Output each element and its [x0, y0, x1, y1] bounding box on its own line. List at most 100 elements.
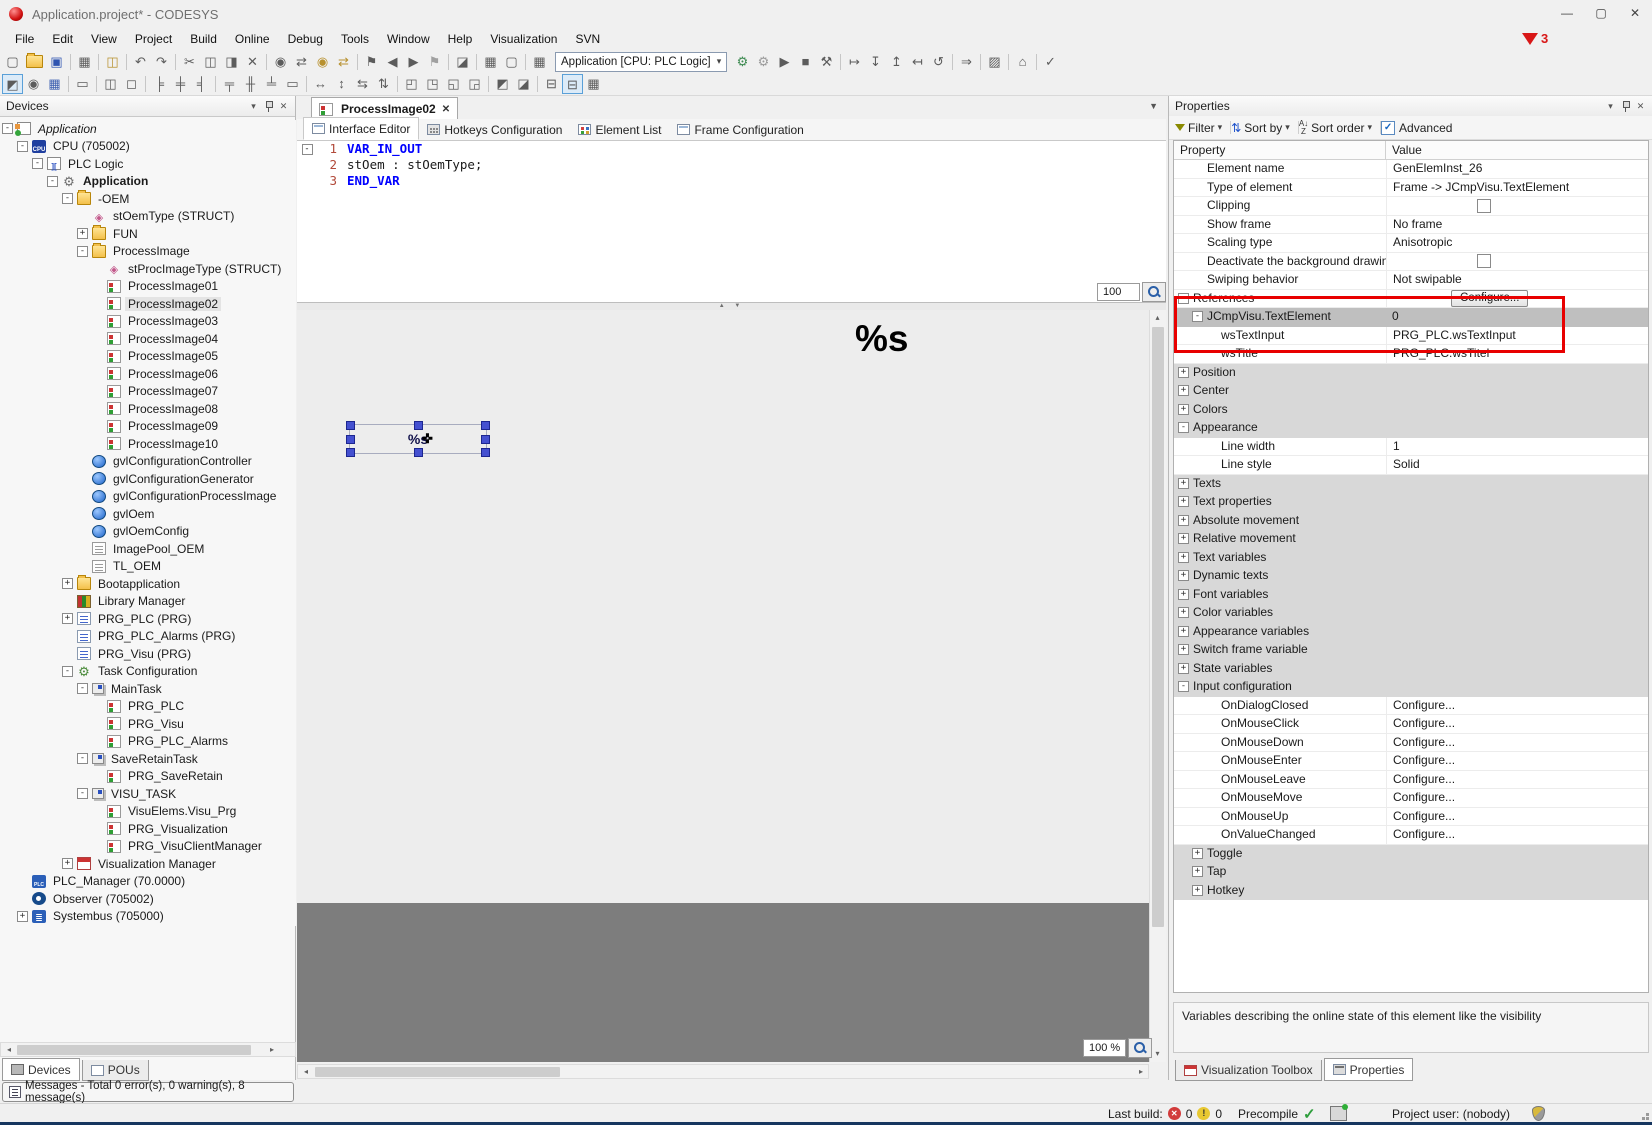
menu-online[interactable]: Online — [226, 28, 279, 50]
property-row-center[interactable]: +Center — [1174, 382, 1648, 401]
tree-item-application[interactable]: -Application — [0, 120, 296, 138]
property-row-position[interactable]: +Position — [1174, 364, 1648, 383]
grid-options-icon[interactable]: ▦ — [583, 74, 604, 94]
menu-edit[interactable]: Edit — [43, 28, 82, 50]
new-file-icon[interactable]: ▢ — [2, 52, 23, 72]
expand-expander-icon[interactable]: + — [1178, 589, 1189, 600]
property-row-relative-movement[interactable]: +Relative movement — [1174, 530, 1648, 549]
property-row-colors[interactable]: +Colors — [1174, 401, 1648, 420]
advanced-toggle[interactable]: ✓ Advanced — [1381, 121, 1452, 135]
step-into-icon[interactable]: ↧ — [865, 52, 886, 72]
tree-item-stprocimagetype-struct[interactable]: stProcImageType (STRUCT) — [0, 260, 296, 278]
tree-item-plc-logic[interactable]: -PLC Logic — [0, 155, 296, 173]
start-icon[interactable]: ▶ — [774, 52, 795, 72]
align-center-icon[interactable]: ╪ — [170, 74, 191, 94]
collapse-expander-icon[interactable]: - — [1192, 311, 1203, 322]
scrollbar-thumb[interactable] — [315, 1067, 560, 1077]
collapse-expander-icon[interactable]: - — [77, 753, 88, 764]
advanced-checkbox[interactable]: ✓ — [1381, 121, 1395, 135]
selected-text-element[interactable]: %s ✜ — [349, 424, 487, 454]
expand-expander-icon[interactable]: + — [77, 228, 88, 239]
collapse-expander-icon[interactable]: - — [2, 123, 13, 134]
collapse-box-icon[interactable]: - — [302, 144, 313, 155]
tree-item-processimage09[interactable]: ProcessImage09 — [0, 418, 296, 436]
property-row-texts[interactable]: +Texts — [1174, 475, 1648, 494]
expand-expander-icon[interactable]: + — [17, 911, 28, 922]
bring-to-front-icon[interactable]: ◰ — [401, 74, 422, 94]
tab-properties[interactable]: Properties — [1324, 1058, 1414, 1081]
checkbox[interactable] — [1477, 199, 1491, 213]
property-row-wstitle[interactable]: wsTitlePRG_PLC.wsTitel — [1174, 345, 1648, 364]
tree-item-plc-manager-70-0000[interactable]: PLC_Manager (70.0000) — [0, 873, 296, 891]
redo-icon[interactable]: ↷ — [151, 52, 172, 72]
tree-item-processimage05[interactable]: ProcessImage05 — [0, 348, 296, 366]
expand-expander-icon[interactable]: + — [62, 858, 73, 869]
panel-close-icon[interactable]: ✕ — [276, 101, 291, 112]
property-row-references[interactable]: -ReferencesConfigure... — [1174, 290, 1648, 309]
tree-item-processimage02[interactable]: ProcessImage02 — [0, 295, 296, 313]
magnifier-icon[interactable] — [1142, 282, 1166, 302]
space-vertical-icon[interactable]: ⇅ — [373, 74, 394, 94]
menu-project[interactable]: Project — [126, 28, 181, 50]
tree-item-visuelems-visu-prg[interactable]: VisuElems.Visu_Prg — [0, 803, 296, 821]
fold-marker[interactable]: - — [301, 141, 313, 157]
tree-item-maintask[interactable]: -MainTask — [0, 680, 296, 698]
scroll-up-icon[interactable]: ▴ — [1150, 312, 1165, 323]
tab-frame-configuration[interactable]: Frame Configuration — [669, 119, 811, 140]
tree-item-prg-plc[interactable]: PRG_PLC — [0, 698, 296, 716]
toggle-bookmark-icon[interactable]: ⚑ — [361, 52, 382, 72]
property-row-hotkey[interactable]: +Hotkey — [1174, 882, 1648, 901]
undo-icon[interactable]: ↶ — [130, 52, 151, 72]
menu-visualization[interactable]: Visualization — [481, 28, 566, 50]
zoom-tool-icon[interactable]: ◉ — [23, 74, 44, 94]
input-assistant-icon[interactable]: ▦ — [529, 52, 550, 72]
print-icon[interactable]: ▦ — [74, 52, 95, 72]
magnifier-icon[interactable] — [1128, 1038, 1152, 1058]
tree-item-gvloemconfig[interactable]: gvlOemConfig — [0, 523, 296, 541]
replace-in-project-icon[interactable]: ⇄ — [333, 52, 354, 72]
align-left-icon[interactable]: ╞ — [149, 74, 170, 94]
match-size-icon[interactable]: ▭ — [282, 74, 303, 94]
tree-item-library-manager[interactable]: Library Manager — [0, 593, 296, 611]
expand-expander-icon[interactable]: + — [1178, 515, 1189, 526]
element-list-icon[interactable]: ▦ — [44, 74, 65, 94]
property-row-absolute-movement[interactable]: +Absolute movement — [1174, 512, 1648, 531]
tree-item-processimage08[interactable]: ProcessImage08 — [0, 400, 296, 418]
tab-element-list[interactable]: Element List — [570, 119, 669, 140]
property-row-tap[interactable]: +Tap — [1174, 863, 1648, 882]
expand-expander-icon[interactable]: + — [1178, 626, 1189, 637]
ungroup-icon[interactable]: ◻ — [121, 74, 142, 94]
send-to-back-icon[interactable]: ◲ — [464, 74, 485, 94]
scroll-right-icon[interactable]: ▸ — [265, 1044, 279, 1055]
messages-bar[interactable]: Messages - Total 0 error(s), 0 warning(s… — [2, 1082, 294, 1102]
tree-item-fun[interactable]: +FUN — [0, 225, 296, 243]
collapse-expander-icon[interactable]: - — [1178, 681, 1189, 692]
maximize-button[interactable]: ▢ — [1584, 0, 1618, 26]
property-row-deactivate-the-background-drawing[interactable]: Deactivate the background drawing — [1174, 253, 1648, 272]
property-row-clipping[interactable]: Clipping — [1174, 197, 1648, 216]
find-in-project-icon[interactable]: ◉ — [312, 52, 333, 72]
tree-item-processimage04[interactable]: ProcessImage04 — [0, 330, 296, 348]
canvas-horizontal-scrollbar[interactable]: ◂ ▸ — [297, 1064, 1149, 1079]
expand-expander-icon[interactable]: + — [1178, 552, 1189, 563]
menu-file[interactable]: File — [6, 28, 43, 50]
selection-handle[interactable] — [481, 421, 490, 430]
expand-expander-icon[interactable]: + — [1178, 404, 1189, 415]
menu-tools[interactable]: Tools — [332, 28, 378, 50]
property-row-swiping-behavior[interactable]: Swiping behaviorNot swipable — [1174, 271, 1648, 290]
expand-expander-icon[interactable]: + — [62, 578, 73, 589]
scrollbar-thumb[interactable] — [17, 1045, 251, 1055]
new-object-icon[interactable]: ▢ — [501, 52, 522, 72]
gateway-status[interactable] — [1330, 1104, 1347, 1123]
tree-item-prg-plc-prg[interactable]: +PRG_PLC (PRG) — [0, 610, 296, 628]
align-right-icon[interactable]: ╡ — [191, 74, 212, 94]
property-row-line-width[interactable]: Line width1 — [1174, 438, 1648, 457]
tab-pous[interactable]: POUs — [82, 1060, 149, 1081]
paste-special-icon[interactable]: ◪ — [452, 52, 473, 72]
property-row-color-variables[interactable]: +Color variables — [1174, 604, 1648, 623]
panel-close-icon[interactable]: ✕ — [1633, 101, 1648, 112]
configure-button[interactable]: Configure... — [1451, 290, 1528, 307]
collapse-expander-icon[interactable]: - — [77, 683, 88, 694]
property-row-show-frame[interactable]: Show frameNo frame — [1174, 216, 1648, 235]
find-icon[interactable]: ◉ — [270, 52, 291, 72]
